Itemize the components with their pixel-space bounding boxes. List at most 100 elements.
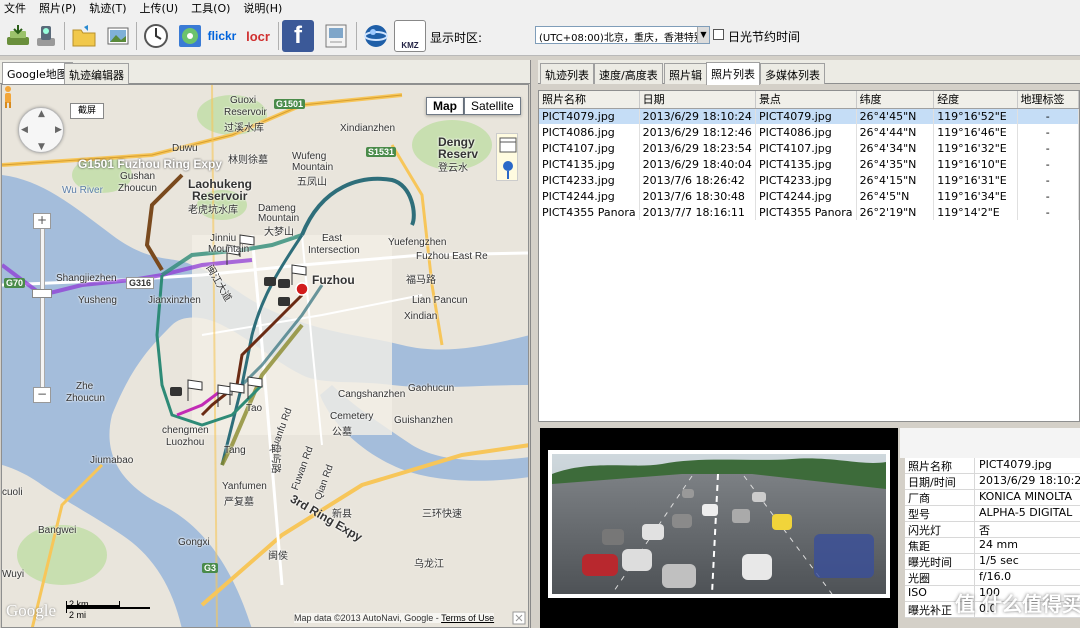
map-type-satellite-button[interactable]: Satellite (464, 97, 521, 115)
facebook-icon[interactable]: f (282, 20, 314, 52)
info-row: 照片名称 PICT4079.jpg (905, 458, 1080, 474)
table-row[interactable]: PICT4233.jpg 2013/7/6 18:26:42 PICT4233.… (539, 172, 1079, 188)
menu-tools[interactable]: 工具(O) (191, 0, 230, 16)
map-label: Shangjiezhen (56, 273, 117, 284)
tab-track-list[interactable]: 轨迹列表 (540, 63, 594, 84)
table-cell: PICT4244.jpg (539, 188, 640, 204)
pan-control[interactable]: ▲ ▼ ◀ ▶ (18, 107, 64, 153)
info-row: 光圈 f/16.0 (905, 570, 1080, 586)
table-cell: PICT4233.jpg (539, 172, 640, 188)
zoom-thumb[interactable] (32, 289, 52, 298)
panel-splitter[interactable] (530, 60, 538, 628)
info-header-blank (900, 428, 1080, 458)
table-row[interactable]: PICT4079.jpg 2013/6/29 18:10:24 PICT4079… (539, 108, 1079, 124)
table-row[interactable]: PICT4244.jpg 2013/7/6 18:30:48 PICT4244.… (539, 188, 1079, 204)
table-cell: - (1017, 156, 1079, 172)
map-label: Zhe (76, 381, 94, 392)
photo-preview (540, 428, 898, 628)
chevron-down-icon[interactable]: ▼ (697, 27, 709, 43)
map-label: Zhoucun (118, 183, 157, 194)
terms-link[interactable]: Terms of Use (441, 613, 494, 623)
tab-media-list[interactable]: 多媒体列表 (760, 63, 825, 84)
map-label: Lian Pancun (412, 295, 468, 306)
info-row: 日期/时间 2013/6/29 18:10:24 (905, 474, 1080, 490)
zoom-out-button[interactable]: − (33, 387, 51, 403)
map-type-map-button[interactable]: Map (426, 97, 464, 115)
map-label: Yusheng (78, 295, 117, 306)
menu-photo[interactable]: 照片(P) (39, 0, 76, 16)
column-header[interactable]: 纬度 (856, 91, 935, 109)
map-label: Gongxi (178, 537, 210, 548)
table-cell: 2013/7/7 18:16:11 (639, 204, 756, 220)
globe-photo-icon[interactable] (174, 20, 206, 52)
flickr-icon[interactable]: flickr (206, 20, 238, 52)
resize-icon[interactable] (512, 611, 526, 625)
column-header[interactable]: 地理标签 (1017, 91, 1079, 109)
timezone-select[interactable]: (UTC+08:00)北京，重庆，香港特别 (535, 26, 710, 44)
column-header[interactable]: 景点 (755, 91, 857, 109)
table-row[interactable]: PICT4107.jpg 2013/6/29 18:23:54 PICT4107… (539, 140, 1079, 156)
photo-list-table[interactable]: 照片名称 日期 景点 纬度 经度 地理标签 PICT4079.jpg 2013/… (538, 90, 1080, 422)
open-folder-icon[interactable] (68, 20, 100, 52)
tab-track-editor[interactable]: 轨迹编辑器 (64, 63, 129, 84)
table-row[interactable]: PICT4086.jpg 2013/6/29 18:12:46 PICT4086… (539, 124, 1079, 140)
pan-left-icon[interactable]: ◀ (21, 125, 28, 135)
tab-google-map[interactable]: Google地图 (2, 62, 73, 85)
menu-track[interactable]: 轨迹(T) (89, 0, 126, 16)
gps-logger-icon[interactable] (30, 20, 62, 52)
pan-up-icon[interactable]: ▲ (38, 109, 45, 119)
tab-photo-album[interactable]: 照片辑 (664, 63, 707, 84)
table-cell: 26°4'34"N (856, 140, 935, 156)
pan-down-icon[interactable]: ▼ (38, 142, 45, 152)
menu-upload[interactable]: 上传(U) (140, 0, 179, 16)
column-header[interactable]: 经度 (933, 91, 1018, 109)
column-header[interactable]: 照片名称 (539, 91, 640, 109)
screenshot-button[interactable]: 截屏 (70, 103, 104, 119)
map-label: Tang (224, 445, 246, 456)
table-cell: 26°2'19"N (856, 204, 935, 220)
table-cell: 2013/7/6 18:26:42 (639, 172, 756, 188)
map-view[interactable]: Guoxi Reservoir 过溪水库 G1501 Xindianzhen D… (1, 84, 529, 628)
map-label: Wuyi (2, 569, 25, 580)
map-label: 严复墓 (224, 497, 254, 508)
zoom-slider[interactable] (40, 215, 45, 395)
table-cell: PICT4079.jpg (539, 108, 640, 124)
map-label: G70 (4, 278, 26, 288)
edit-photo-icon[interactable] (320, 20, 352, 52)
zoom-in-button[interactable]: + (33, 213, 51, 229)
locr-icon[interactable]: locr (242, 20, 274, 52)
map-label: 五凤山 (297, 177, 327, 188)
column-header[interactable]: 日期 (639, 91, 756, 109)
clock-icon[interactable] (140, 20, 172, 52)
timezone-label: 显示时区: (430, 31, 483, 45)
tab-speed-altitude[interactable]: 速度/高度表 (594, 63, 663, 84)
table-cell: - (1017, 188, 1079, 204)
toolbar: flickr locr f KMZ 显示时区: (UTC+08:00)北京，重庆… (0, 16, 1080, 56)
photo-thumbnail[interactable] (548, 450, 890, 598)
table-row[interactable]: PICT4355 Panora 2013/7/7 18:16:11 PICT43… (539, 204, 1079, 220)
google-earth-icon[interactable] (360, 20, 392, 52)
dst-checkbox[interactable] (713, 29, 724, 40)
table-row[interactable]: PICT4135.jpg 2013/6/29 18:40:04 PICT4135… (539, 156, 1079, 172)
table-cell: - (1017, 140, 1079, 156)
pan-right-icon[interactable]: ▶ (55, 125, 62, 135)
map-label: 乌龙江 (414, 559, 444, 570)
table-cell: 2013/6/29 18:10:24 (639, 108, 756, 124)
map-label: 老虎坑水库 (188, 205, 238, 216)
table-cell: 119°16'34"E (933, 188, 1018, 204)
table-cell: 26°4'45"N (856, 108, 935, 124)
map-label: G316 (126, 277, 155, 289)
photos-icon[interactable] (102, 20, 134, 52)
map-side-tools (496, 133, 518, 181)
info-row: 焦距 24 mm (905, 538, 1080, 554)
kmz-icon[interactable]: KMZ (394, 20, 426, 52)
menu-help[interactable]: 说明(H) (243, 0, 282, 16)
info-row: 曝光时间 1/5 sec (905, 554, 1080, 570)
info-row: 厂商 KONICA MINOLTA (905, 490, 1080, 506)
pegman-icon[interactable] (2, 85, 14, 109)
map-attribution: Map data ©2013 AutoNavi, Google - Terms … (294, 613, 495, 623)
info-row: 型号 ALPHA-5 DIGITAL (905, 506, 1080, 522)
map-label: Gushan (120, 171, 156, 182)
tab-photo-list[interactable]: 照片列表 (706, 62, 760, 85)
menu-file[interactable]: 文件 (4, 0, 26, 16)
